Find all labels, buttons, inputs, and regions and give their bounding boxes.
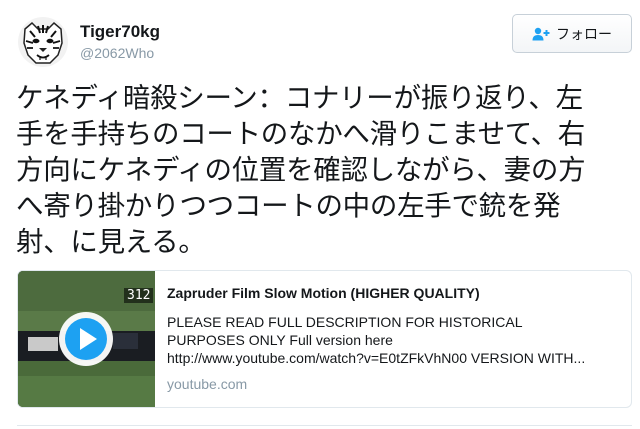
tweet-text-line: へ寄り掛かりつつコートの中の左手で銃を発 [16,190,561,222]
video-thumbnail[interactable]: 312 [18,271,155,407]
tweet-text-line: 方向にケネディの位置を確認しながら、妻の方 [16,154,586,186]
tweet-text: ケネディ暗殺シーン：コナリーが振り返り、左 手を手持ちのコートのなかへ滑りこませて… [16,80,628,260]
display-name[interactable]: Tiger70kg [80,22,160,42]
frame-number: 312 [124,288,154,303]
follow-button-label: フォロー [556,26,612,43]
divider [17,425,632,426]
play-icon[interactable] [57,310,115,368]
card-description-line: PURPOSES ONLY Full version here [167,332,393,348]
user-avatar[interactable] [18,17,68,67]
tweet-text-line: 射、に見える。 [16,226,206,258]
card-title[interactable]: Zapruder Film Slow Motion (HIGHER QUALIT… [167,285,619,301]
card-domain[interactable]: youtube.com [167,376,619,392]
link-preview-card[interactable]: 312 Zapruder Film Slow Motion (HIGHER QU… [17,270,632,408]
follow-button[interactable]: フォロー [512,14,632,53]
tiger-avatar-icon [18,17,68,67]
card-description-line: PLEASE READ FULL DESCRIPTION FOR HISTORI… [167,314,523,330]
card-description-line: http://www.youtube.com/watch?v=E0tZFkVhN… [167,350,586,366]
card-body: Zapruder Film Slow Motion (HIGHER QUALIT… [155,271,631,407]
user-handle[interactable]: @2062Who [80,45,154,61]
card-description: PLEASE READ FULL DESCRIPTION FOR HISTORI… [167,313,619,367]
tweet-header: Tiger70kg @2062Who フォロー [0,0,640,72]
tweet-text-line: ケネディ暗殺シーン：コナリーが振り返り、左 [16,82,583,114]
tweet-text-line: 手を手持ちのコートのなかへ滑りこませて、右 [16,118,585,150]
person-plus-icon [532,27,550,40]
